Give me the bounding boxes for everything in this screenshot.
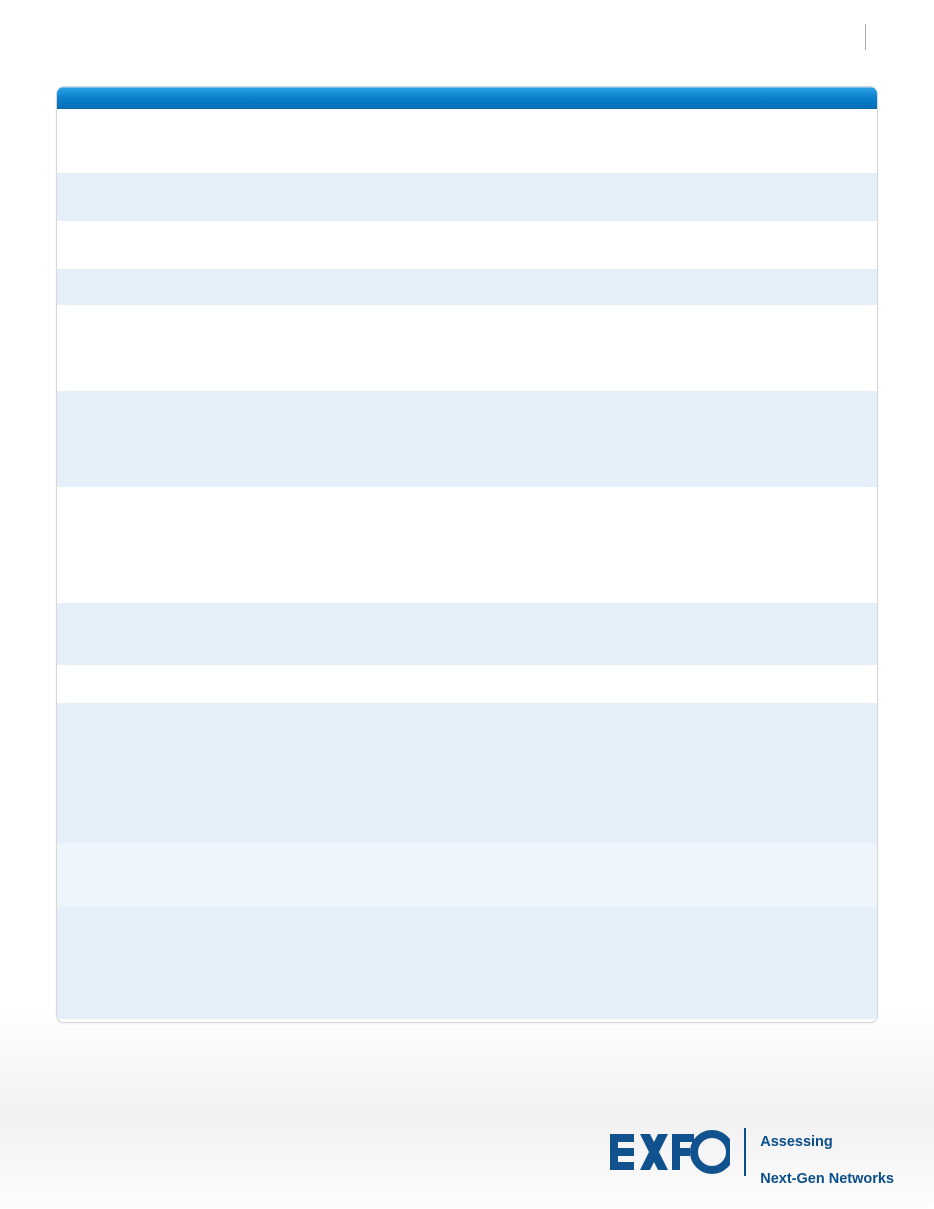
brand-logo-block: Assessing Next-Gen Networks [610,1115,894,1189]
table-row [57,305,877,391]
table-row [57,703,877,843]
exfo-logo-icon [610,1130,730,1174]
tagline-line-1: Assessing [760,1134,833,1150]
table-row [57,109,877,173]
table-row [57,173,877,221]
tagline-line-2: Next-Gen Networks [760,1171,894,1187]
table-row [57,907,877,1019]
table-row [57,603,877,665]
table-row [57,269,877,305]
table-row [57,391,877,487]
logo-separator [744,1128,746,1176]
content-card [56,86,878,1023]
header-separator [865,24,866,50]
table-row [57,843,877,907]
striped-rows [57,109,877,1022]
table-row [57,665,877,703]
brand-tagline: Assessing Next-Gen Networks [760,1115,894,1189]
card-title-bar [57,87,877,109]
table-row [57,221,877,269]
header-right [859,24,878,50]
table-row [57,487,877,603]
